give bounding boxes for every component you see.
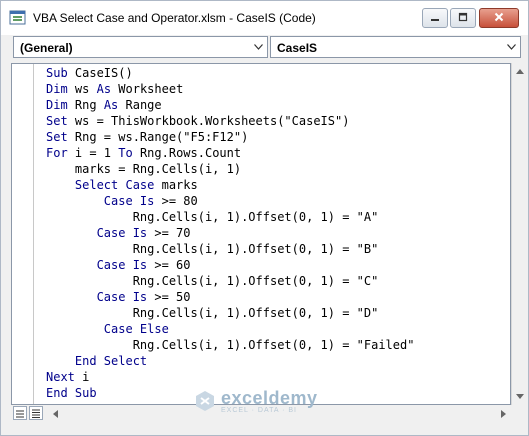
scroll-up-icon[interactable] (512, 63, 528, 80)
code-keyword: Case Is (96, 290, 155, 304)
full-module-view-icon[interactable] (29, 406, 43, 420)
code-keyword: Next (46, 370, 83, 384)
code-line[interactable]: Sub CaseIS() (46, 65, 414, 81)
code-token: CaseIS() (74, 66, 133, 80)
code-token: marks = Rng.Cells(i, 1) (46, 162, 242, 176)
window-title: VBA Select Case and Operator.xlsm - Case… (33, 11, 316, 25)
code-keyword: End Select (74, 354, 148, 368)
code-editor[interactable]: Sub CaseIS() Dim ws As Worksheet Dim Rng A… (11, 63, 511, 405)
code-token: >= 60 (154, 258, 191, 272)
scroll-left-icon[interactable] (47, 405, 63, 422)
code-line[interactable]: Case Else (46, 321, 414, 337)
code-line[interactable]: Set Rng = ws.Range("F5:F12") (46, 129, 414, 145)
procedure-dropdown[interactable]: CaseIS (270, 36, 521, 58)
code-keyword: Case Else (103, 322, 169, 336)
close-button[interactable] (479, 8, 519, 28)
code-line[interactable]: Next i (46, 369, 414, 385)
code-keyword: End Sub (46, 386, 97, 400)
code-line[interactable]: Dim ws As Worksheet (46, 81, 414, 97)
code-line[interactable]: Case Is >= 50 (46, 289, 414, 305)
code-keyword: Dim (46, 82, 75, 96)
code-token: i (82, 370, 90, 384)
code-token: Worksheet (118, 82, 184, 96)
object-dropdown[interactable]: (General) (13, 36, 268, 58)
code-token: >= 50 (154, 290, 191, 304)
code-line[interactable]: Rng.Cells(i, 1).Offset(0, 1) = "Failed" (46, 337, 415, 353)
procedure-dropdown-value: CaseIS (277, 41, 318, 55)
code-keyword: Select Case (74, 178, 162, 192)
exceldemy-watermark: exceldemy EXCEL · DATA · BI (193, 388, 318, 414)
code-keyword: As (103, 98, 126, 112)
code-keyword: Set (46, 130, 75, 144)
code-keyword: Case Is (103, 194, 162, 208)
minimize-button[interactable] (422, 8, 448, 28)
watermark-name: exceldemy (221, 388, 318, 408)
code-token: i = 1 (74, 146, 119, 160)
code-token: Rng.Rows.Count (139, 146, 242, 160)
vba-code-window: VBA Select Case and Operator.xlsm - Case… (0, 0, 529, 436)
excel-vba-icon (9, 9, 26, 26)
code-keyword: Dim (46, 98, 75, 112)
code-keyword: Set (46, 114, 75, 128)
code-token: ws = ThisWorkbook.Worksheets("CaseIS") (74, 114, 350, 128)
code-token: Range (125, 98, 162, 112)
procedure-toolbar: (General) CaseIS (9, 36, 521, 60)
restore-icon (458, 9, 468, 27)
code-line[interactable]: End Select (46, 353, 414, 369)
code-line[interactable]: Case Is >= 80 (46, 193, 414, 209)
vertical-scrollbar[interactable] (511, 63, 528, 405)
code-line[interactable]: Rng.Cells(i, 1).Offset(0, 1) = "D" (46, 305, 414, 321)
code-token: Rng.Cells(i, 1).Offset(0, 1) = "Failed" (46, 338, 415, 352)
code-line[interactable]: Dim Rng As Range (46, 97, 414, 113)
code-token: Rng (74, 98, 104, 112)
code-line[interactable]: Case Is >= 60 (46, 257, 414, 273)
code-keyword: To (118, 146, 140, 160)
code-keyword: For (46, 146, 75, 160)
code-line[interactable]: Rng.Cells(i, 1).Offset(0, 1) = "B" (46, 241, 414, 257)
object-dropdown-value: (General) (20, 41, 73, 55)
minimize-icon (430, 9, 440, 27)
code-text[interactable]: Sub CaseIS() Dim ws As Worksheet Dim Rng A… (46, 65, 414, 401)
code-token: marks (161, 178, 198, 192)
code-token: Rng.Cells(i, 1).Offset(0, 1) = "B" (46, 242, 379, 256)
code-keyword: Case Is (96, 258, 155, 272)
title-bar[interactable]: VBA Select Case and Operator.xlsm - Case… (1, 1, 528, 35)
close-icon (494, 9, 504, 27)
code-line[interactable]: marks = Rng.Cells(i, 1) (46, 161, 414, 177)
margin-indicator-bar[interactable] (12, 64, 34, 404)
code-token: >= 70 (154, 226, 191, 240)
code-line[interactable]: For i = 1 To Rng.Rows.Count (46, 145, 414, 161)
chevron-down-icon[interactable] (503, 37, 520, 57)
scroll-right-icon[interactable] (495, 405, 511, 422)
code-line[interactable]: Select Case marks (46, 177, 414, 193)
code-token: Rng.Cells(i, 1).Offset(0, 1) = "A" (46, 210, 379, 224)
chevron-down-icon[interactable] (250, 37, 267, 57)
code-line[interactable]: Set ws = ThisWorkbook.Worksheets("CaseIS… (46, 113, 414, 129)
code-line[interactable]: Rng.Cells(i, 1).Offset(0, 1) = "C" (46, 273, 414, 289)
code-line[interactable]: Case Is >= 70 (46, 225, 414, 241)
code-token: Rng.Cells(i, 1).Offset(0, 1) = "D" (46, 306, 379, 320)
scroll-down-icon[interactable] (512, 388, 528, 405)
code-keyword: Case Is (96, 226, 155, 240)
code-token: Rng.Cells(i, 1).Offset(0, 1) = "C" (46, 274, 379, 288)
code-keyword: As (96, 82, 119, 96)
code-token: ws (74, 82, 97, 96)
code-token: >= 80 (161, 194, 198, 208)
code-token: Rng = ws.Range("F5:F12") (74, 130, 249, 144)
code-keyword: Sub (46, 66, 75, 80)
restore-button[interactable] (450, 8, 476, 28)
exceldemy-logo-icon (196, 391, 214, 411)
code-line[interactable]: Rng.Cells(i, 1).Offset(0, 1) = "A" (46, 209, 414, 225)
procedure-view-icon[interactable] (13, 406, 27, 420)
